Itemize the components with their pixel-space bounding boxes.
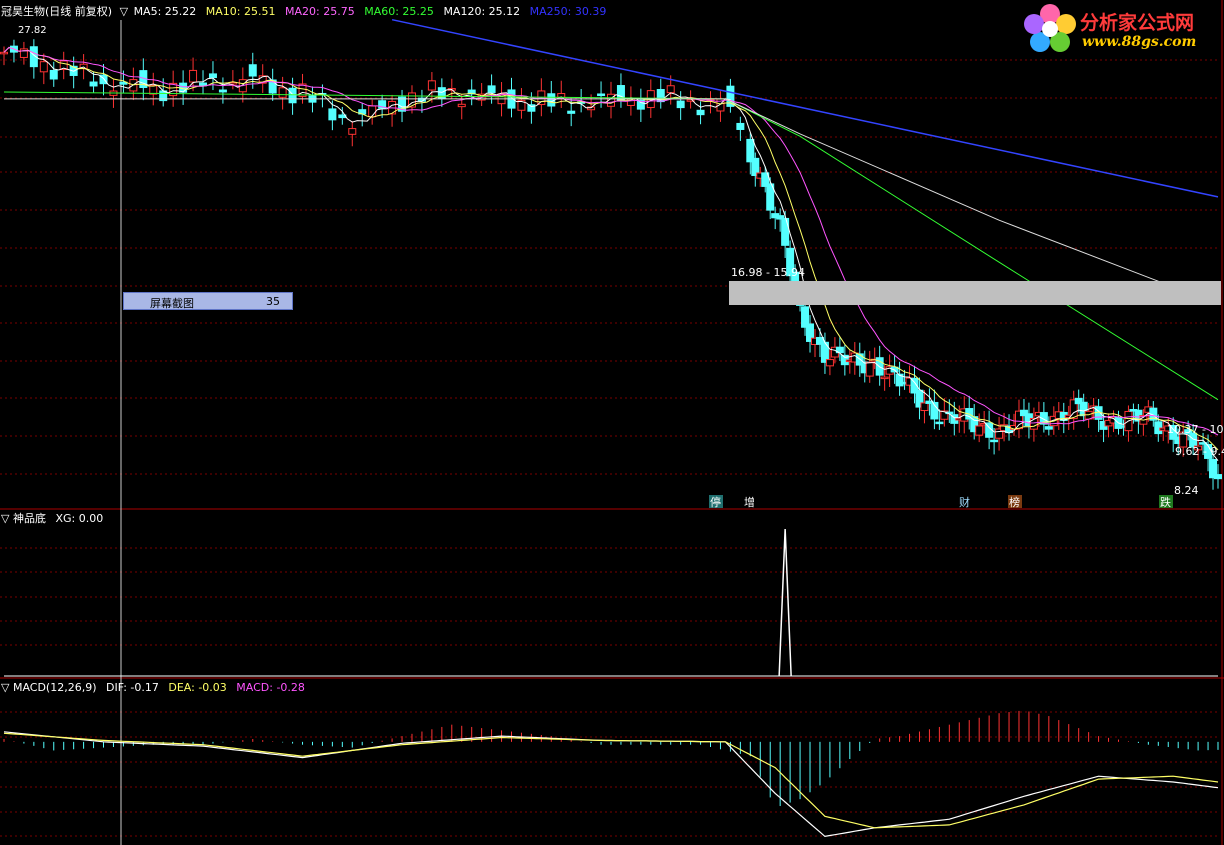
- price-menu-arrow[interactable]: ▽: [120, 5, 128, 18]
- candle-body-120: [597, 93, 606, 97]
- ma5-value: MA5: 25.22: [133, 5, 197, 18]
- marker-rank: 榜: [1009, 495, 1020, 509]
- candle-body-10: [49, 69, 58, 80]
- candle-body-157: [781, 217, 790, 246]
- screenshot-count: 35: [266, 295, 280, 308]
- candle-body-134: [666, 85, 675, 94]
- macd-value: MACD: -0.28: [236, 681, 305, 694]
- marker-stop: 停: [710, 495, 721, 509]
- macd-title[interactable]: ▽ MACD(12,26,9): [1, 681, 97, 694]
- candle-body-86: [427, 80, 436, 91]
- candle-body-56: [278, 87, 287, 98]
- candle-body-185: [920, 402, 929, 412]
- logo-url: www.88gs.com: [1082, 34, 1197, 50]
- candle-body-50: [248, 64, 257, 77]
- candle-body-174: [865, 361, 874, 377]
- ma60-value: MA60: 25.25: [364, 5, 434, 18]
- candle-body-70: [348, 128, 357, 135]
- candle-body-74: [368, 105, 377, 118]
- candle-body-66: [328, 108, 337, 121]
- ma120-value: MA120: 25.12: [443, 5, 521, 18]
- logo-title: 分析家公式网: [1080, 12, 1195, 34]
- candle-body-38: [189, 69, 198, 83]
- flower-logo-icon: [1024, 4, 1076, 52]
- candle-body-92: [457, 103, 466, 108]
- macd-header: ▽ MACD(12,26,9) DIF: -0.17 DEA: -0.03 MA…: [1, 681, 311, 695]
- gap-price-label: 16.98 - 15.94: [731, 266, 805, 279]
- stock-chart[interactable]: 27.82 16.98 - 15.94 10.37 - 10 9.62 - 9.…: [0, 0, 1224, 845]
- candle-body-0: [0, 51, 8, 55]
- marker-fall: 跌: [1160, 495, 1171, 509]
- candle-body-58: [288, 87, 297, 104]
- right-price-label-2: 9.62 - 9.4: [1175, 445, 1224, 458]
- price-header: 冠昊生物(日线 前复权) ▽ MA5: 25.22 MA10: 25.51 MA…: [1, 5, 612, 19]
- candle-body-196: [975, 425, 984, 436]
- ma250-value: MA250: 30.39: [529, 5, 607, 18]
- marker-finance: 财: [959, 495, 970, 509]
- site-logo[interactable]: 分析家公式网 www.88gs.com: [1022, 2, 1222, 54]
- right-price-label-1: 10.37 - 10: [1167, 423, 1223, 436]
- candle-body-18: [89, 81, 98, 87]
- candle-body-8: [39, 61, 48, 73]
- screenshot-label: 屏幕截图: [150, 297, 194, 310]
- ma20-value: MA20: 25.75: [285, 5, 355, 18]
- marker-add: 增: [744, 495, 755, 509]
- macd-dif: DIF: -0.17: [106, 681, 159, 694]
- candle-body-42: [208, 73, 217, 79]
- candle-body-110: [547, 93, 556, 107]
- screenshot-tooltip[interactable]: 屏幕截图 35: [123, 292, 293, 310]
- candle-body-98: [487, 85, 496, 94]
- indicator-title[interactable]: ▽ 神品底: [1, 512, 46, 525]
- candle-body-210: [1044, 426, 1053, 430]
- candle-body-140: [696, 109, 705, 116]
- candle-body-114: [567, 110, 576, 114]
- candle-body-188: [935, 421, 944, 425]
- ma10-value: MA10: 25.51: [205, 5, 276, 18]
- high-price-label: 27.82: [18, 25, 47, 36]
- gap-highlight-band: [729, 281, 1221, 305]
- candle-body-244: [1214, 474, 1222, 480]
- stock-name[interactable]: 冠昊生物(日线 前复权): [1, 5, 112, 18]
- candle-body-136: [676, 100, 685, 109]
- macd-dea: DEA: -0.03: [168, 681, 227, 694]
- low-price-label: 8.24: [1174, 484, 1199, 497]
- candle-body-148: [736, 122, 745, 130]
- candle-body-44: [218, 89, 227, 93]
- candle-body-177: [880, 376, 889, 380]
- candle-body-166: [825, 359, 834, 367]
- candle-body-199: [990, 439, 999, 443]
- indicator-value: XG: 0.00: [55, 512, 104, 525]
- indicator-header: ▽ 神品底 XG: 0.00: [1, 512, 109, 526]
